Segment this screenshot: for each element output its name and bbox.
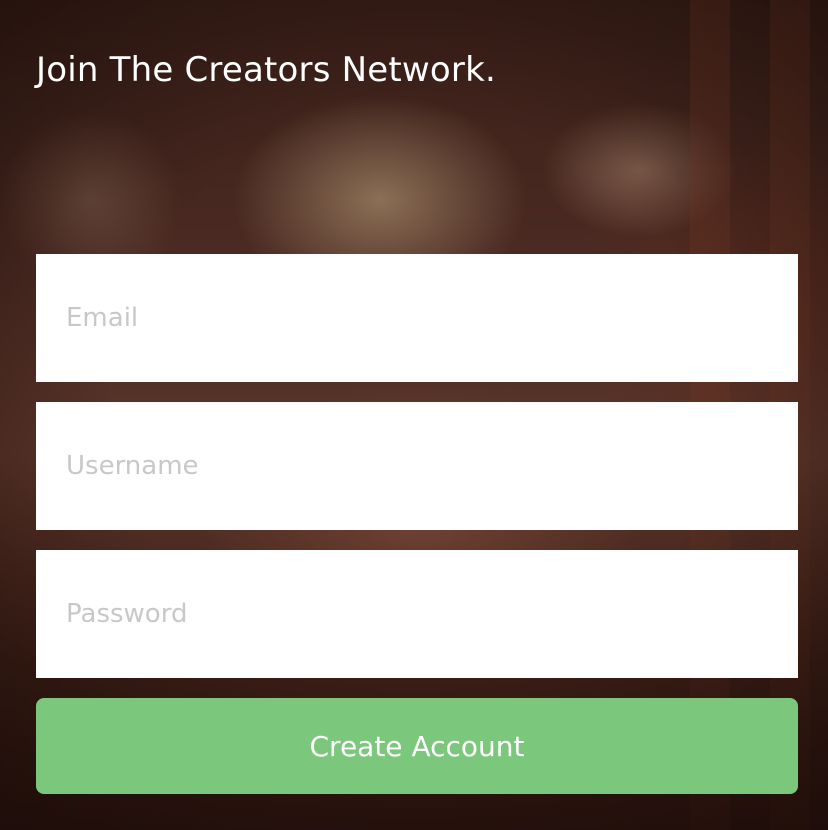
password-field[interactable]: [36, 550, 798, 678]
username-field[interactable]: [36, 402, 798, 530]
page-title: Join The Creators Network.: [36, 50, 496, 90]
email-field[interactable]: [36, 254, 798, 382]
create-account-button[interactable]: Create Account: [36, 698, 798, 794]
